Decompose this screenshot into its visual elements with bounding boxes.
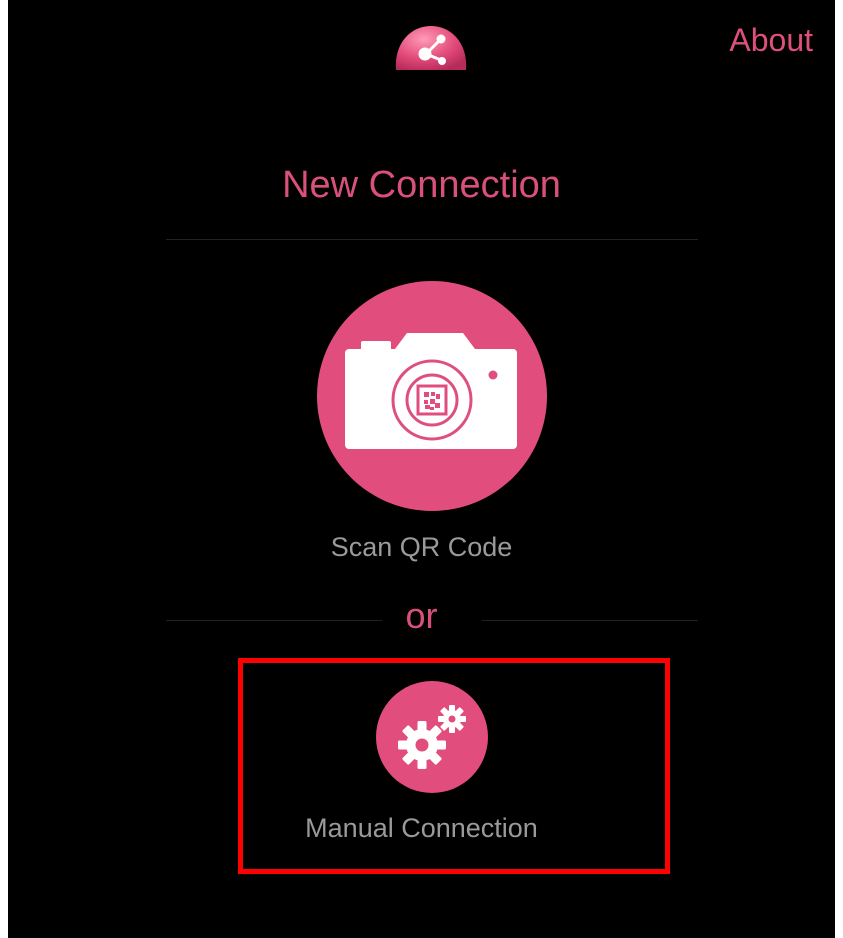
camera-qr-icon xyxy=(345,333,517,449)
or-divider-right xyxy=(482,620,698,621)
or-separator-label: or xyxy=(405,595,438,636)
gears-icon xyxy=(398,705,466,769)
scan-qr-button[interactable] xyxy=(317,281,547,511)
page-title: New Connection xyxy=(282,164,561,206)
title-divider xyxy=(166,239,698,240)
manual-connection-button[interactable] xyxy=(376,681,488,793)
manual-connection-label: Manual Connection xyxy=(305,813,538,843)
new-connection-screen: About New Connection Scan QR Code or Man… xyxy=(8,0,835,938)
app-logo-icon xyxy=(392,24,470,74)
scan-qr-label: Scan QR Code xyxy=(330,532,513,562)
about-link[interactable]: About xyxy=(729,24,813,56)
